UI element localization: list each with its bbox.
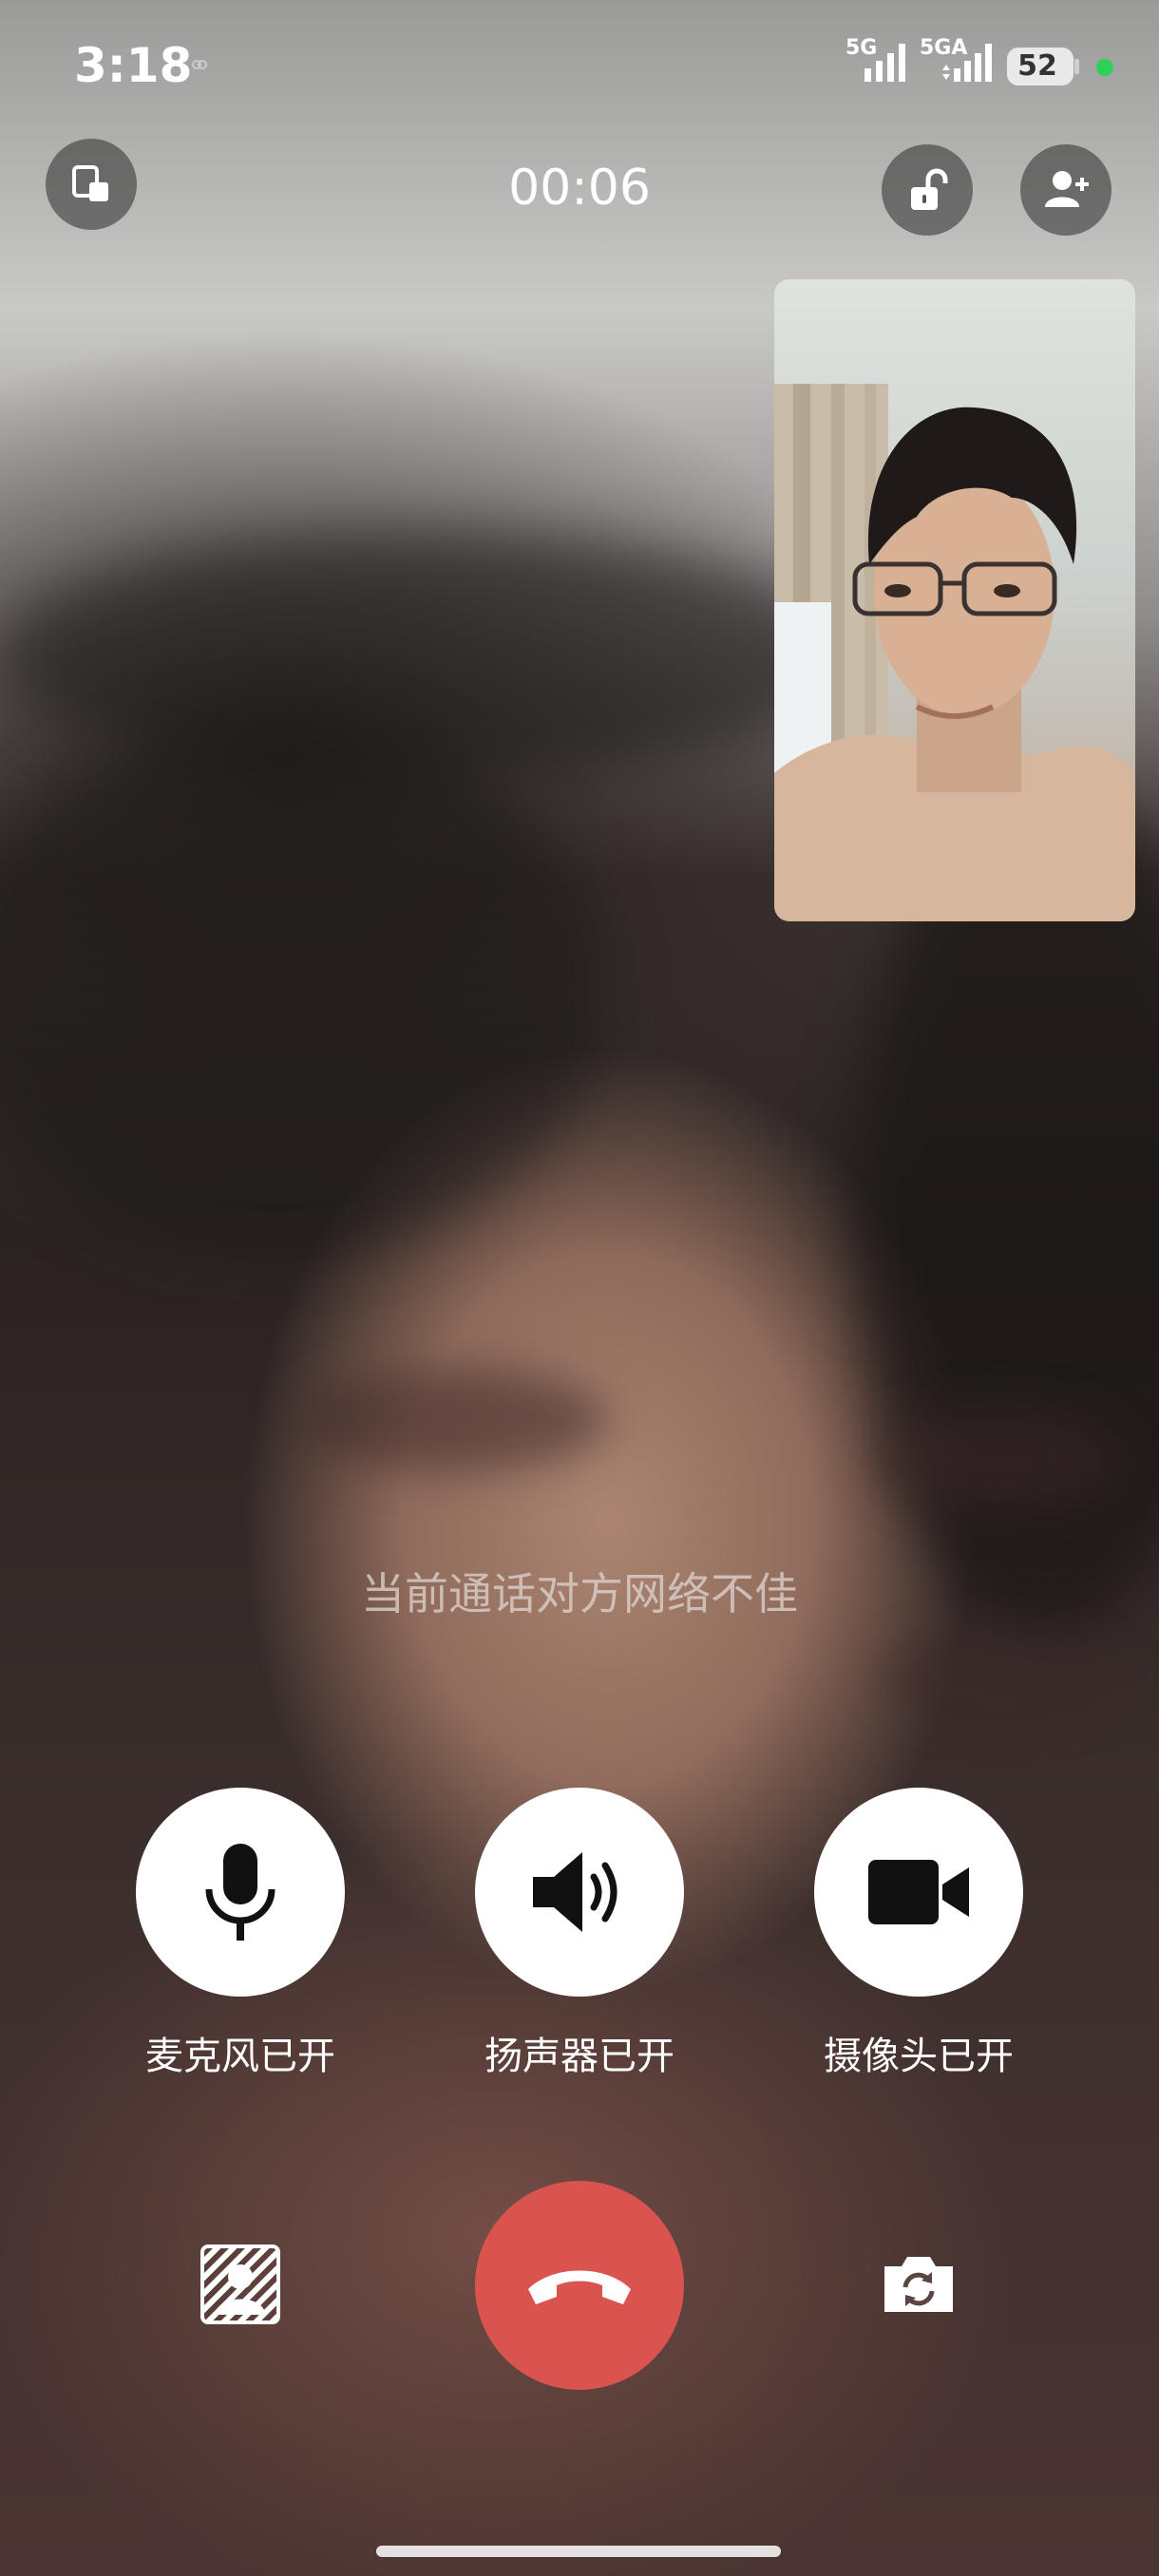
signal-bars-icon bbox=[864, 44, 905, 82]
status-indicator-dot bbox=[1096, 59, 1113, 76]
video-call-screen: 3:18 5G 5GA 52 00:06 当前通话对方网络不佳 麦克风已开 扬声… bbox=[0, 0, 1159, 2576]
microphone-button[interactable] bbox=[136, 1788, 345, 1997]
self-preview-video[interactable] bbox=[774, 279, 1135, 921]
minimize-window-icon bbox=[72, 165, 108, 201]
add-participant-button[interactable] bbox=[1020, 144, 1112, 236]
background-blur-icon bbox=[200, 2245, 280, 2324]
hang-up-button[interactable] bbox=[475, 2181, 684, 2390]
status-time: 3:18 bbox=[74, 38, 193, 93]
speaker-icon bbox=[533, 1852, 618, 1932]
signal-bars-icon bbox=[942, 44, 992, 82]
microphone-label: 麦克风已开 bbox=[145, 2035, 335, 2078]
unlock-icon bbox=[911, 168, 948, 210]
hang-up-icon bbox=[528, 2270, 631, 2304]
speaker-label: 扬声器已开 bbox=[484, 2035, 674, 2078]
background-blur-button[interactable] bbox=[188, 2232, 293, 2337]
speaker-button[interactable] bbox=[475, 1788, 684, 1997]
camera-button[interactable] bbox=[814, 1788, 1023, 1997]
self-preview-image bbox=[774, 384, 1135, 921]
minimize-window-button[interactable] bbox=[46, 139, 137, 230]
link-icon bbox=[192, 60, 207, 69]
battery-level: 52 bbox=[1017, 49, 1057, 83]
call-duration: 00:06 bbox=[508, 160, 651, 217]
microphone-icon bbox=[205, 1844, 276, 1941]
video-camera-icon bbox=[868, 1860, 969, 1924]
home-indicator[interactable] bbox=[376, 2546, 781, 2557]
switch-camera-button[interactable] bbox=[866, 2232, 971, 2337]
switch-camera-icon bbox=[884, 2257, 953, 2312]
camera-label: 摄像头已开 bbox=[824, 2035, 1014, 2078]
lock-button[interactable] bbox=[882, 144, 973, 236]
add-person-icon bbox=[1045, 171, 1089, 207]
network-warning: 当前通话对方网络不佳 bbox=[361, 1568, 798, 1619]
